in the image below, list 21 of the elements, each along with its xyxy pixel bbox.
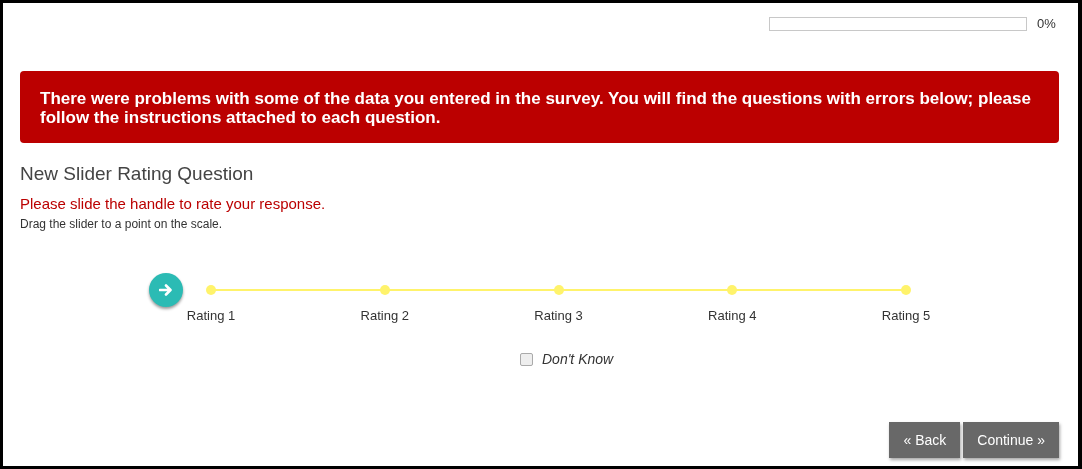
arrow-right-icon [159, 283, 173, 297]
checkbox-label: Don't Know [542, 351, 614, 367]
slider-point [553, 285, 564, 295]
slider-handle[interactable] [149, 273, 183, 307]
slider-point [379, 285, 390, 295]
continue-button[interactable]: Continue » [963, 422, 1059, 458]
rating-label: Rating 5 [881, 308, 931, 323]
slider-point [727, 285, 738, 295]
slider-point [206, 285, 216, 295]
checkbox[interactable] [520, 352, 533, 366]
back-button[interactable]: « Back [889, 422, 961, 458]
slider-point [901, 285, 911, 295]
rating-label: Rating 3 [534, 308, 583, 323]
error-text: Please slide the handle to rate your response. [20, 195, 327, 212]
rating-label: Rating 4 [708, 308, 757, 323]
progress-text: 0% [1037, 16, 1057, 31]
question-title: New Slider Rating Question [20, 163, 255, 185]
error-banner: There were problems with some of the data you entered in the survey. You will find the questions with errors below; please follow the instructions attached to each question. [20, 71, 1059, 143]
rating-label: Rating 1 [186, 308, 236, 323]
instruction-text: Drag the slider to a point on the scale. [20, 217, 224, 231]
rating-label: Rating 2 [360, 308, 409, 323]
